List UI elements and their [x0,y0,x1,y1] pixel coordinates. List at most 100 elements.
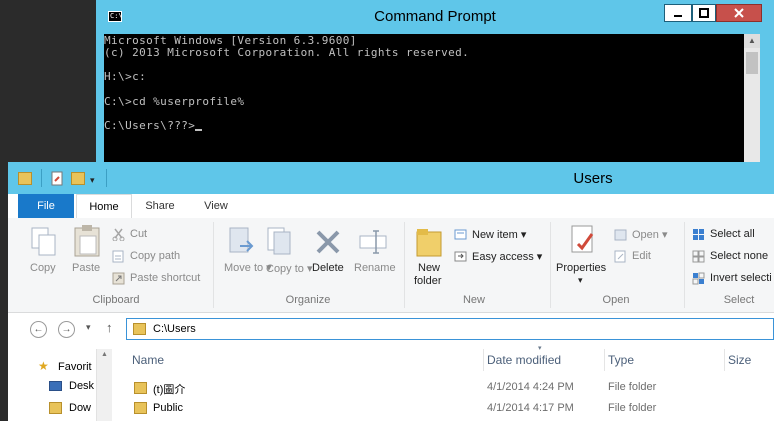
tab-view[interactable]: View [192,194,240,218]
column-header-type[interactable]: Type [608,347,634,373]
downloads-folder-icon [49,402,62,414]
organize-group-label: Organize [285,294,331,306]
column-header-date-modified[interactable]: Date modified [487,347,561,373]
nav-downloads-label: Dow [69,402,92,414]
scroll-thumb[interactable] [746,52,758,74]
console-line: (c) 2013 Microsoft Corporation. All righ… [104,46,470,59]
forward-button[interactable]: → [58,321,75,338]
cut-label: Cut [130,228,148,240]
back-arrow-icon: ← [33,324,44,335]
easy-access-icon [454,251,467,262]
close-button[interactable] [716,4,762,22]
recent-locations-dropdown[interactable]: ▾ [86,322,91,333]
desktop-icon [49,381,62,391]
new-item-label: New item ▾ [472,229,527,241]
copy-to-label: Copy to ▾ [266,263,313,275]
nav-favorites-label: Favorit [58,361,92,373]
scroll-up-arrow-icon[interactable]: ▲ [97,351,112,358]
select-group-label: Select [723,294,755,306]
up-button[interactable]: ↑ [106,320,113,335]
open-label: Open ▾ [632,229,668,241]
vertical-scrollbar[interactable]: ▲ [744,34,760,172]
properties-icon [571,225,594,253]
new-item-icon [454,229,467,240]
file-list: Name ▾ Date modified Type Size (t)圖介 4/1… [112,345,774,421]
nav-pane-scrollbar[interactable]: ▲ [96,349,112,421]
column-divider[interactable] [724,349,725,371]
ribbon-group-divider [404,222,405,308]
rename-icon [359,230,387,254]
column-divider[interactable] [604,349,605,371]
open-group-label: Open [602,294,630,306]
paste-shortcut-label: Paste shortcut [130,272,201,284]
scroll-up-arrow-icon[interactable]: ▲ [744,34,760,48]
tab-share[interactable]: Share [136,194,184,218]
new-group-label: New [462,294,485,306]
explorer-titlebar[interactable]: ▾ Users [8,162,774,194]
file-date: 4/1/2014 4:17 PM [487,402,574,414]
copy-label: Copy [30,262,56,274]
select-none-icon [692,250,705,263]
delete-label: Delete [312,262,344,274]
ribbon-group-divider [550,222,551,308]
edit-label: Edit [632,250,651,262]
paste-shortcut-icon [112,272,125,285]
minimize-button[interactable] [664,4,692,22]
column-header-name[interactable]: Name [132,347,164,373]
up-arrow-icon: ↑ [106,320,113,335]
easy-access-label: Easy access ▾ [472,251,543,263]
copy-icon [31,227,56,256]
tab-home[interactable]: Home [76,194,132,219]
ribbon-home: Copy Paste Cut Copy path Paste shortcut … [8,218,774,313]
invert-selection-label: Invert selecti [710,272,772,284]
copy-path-icon [112,250,124,263]
tab-file[interactable]: File [18,194,74,218]
move-to-icon [229,227,254,253]
minimize-icon [674,15,682,17]
properties-label: Properties [556,262,607,274]
nav-desktop-label: Desk [69,380,95,392]
ribbon-tab-bar: File Home Share View [8,194,774,219]
edit-icon [614,250,626,263]
file-date: 4/1/2014 4:24 PM [487,381,574,393]
ribbon-group-divider [213,222,214,308]
cmd-titlebar[interactable]: C:\ Command Prompt [96,0,774,34]
console-line: C:\>cd %userprofile% [104,95,245,108]
ribbon-group-divider [684,222,685,308]
maximize-button[interactable] [692,4,716,22]
close-icon [734,8,744,18]
copy-to-icon [267,227,291,255]
column-header-size[interactable]: Size [728,347,751,373]
console-output[interactable]: Microsoft Windows [Version 6.3.9600] (c)… [104,34,744,172]
explorer-window-title: Users [573,170,613,187]
back-button[interactable]: ← [30,321,47,338]
console-prompt: C:\Users\???> [104,119,196,132]
command-prompt-window: C:\ Command Prompt Microsoft Windows [Ve… [96,0,774,172]
maximize-icon [699,8,709,18]
paste-label: Paste [72,262,101,274]
open-icon [614,229,627,241]
console-prompt-line: C:\Users\???> [104,119,203,132]
paste-clipboard-icon [74,225,100,257]
copy-path-label: Copy path [130,250,181,262]
select-all-label: Select all [710,228,755,240]
properties-dropdown-arrow-icon: ▾ [578,275,583,285]
address-bar[interactable]: C:\Users [126,318,774,340]
folder-icon [134,382,147,394]
address-path: C:\Users [153,323,196,335]
column-divider[interactable] [483,349,484,371]
new-folder-label-line1: New [418,262,441,274]
navigation-pane: ★ Favorit Desk Dow ▲ [8,347,112,421]
file-type: File folder [608,402,657,414]
file-name: Public [153,402,183,414]
folder-icon [133,323,146,335]
file-name: (t)圖介 [153,384,186,396]
clipboard-group-label: Clipboard [92,294,140,306]
select-all-icon [693,229,704,240]
new-folder-label-line2: folder [414,275,442,287]
scissors-icon [112,228,125,241]
invert-selection-icon [692,272,705,285]
text-cursor [195,129,203,131]
folder-icon [134,402,147,414]
delete-x-icon [316,230,340,254]
